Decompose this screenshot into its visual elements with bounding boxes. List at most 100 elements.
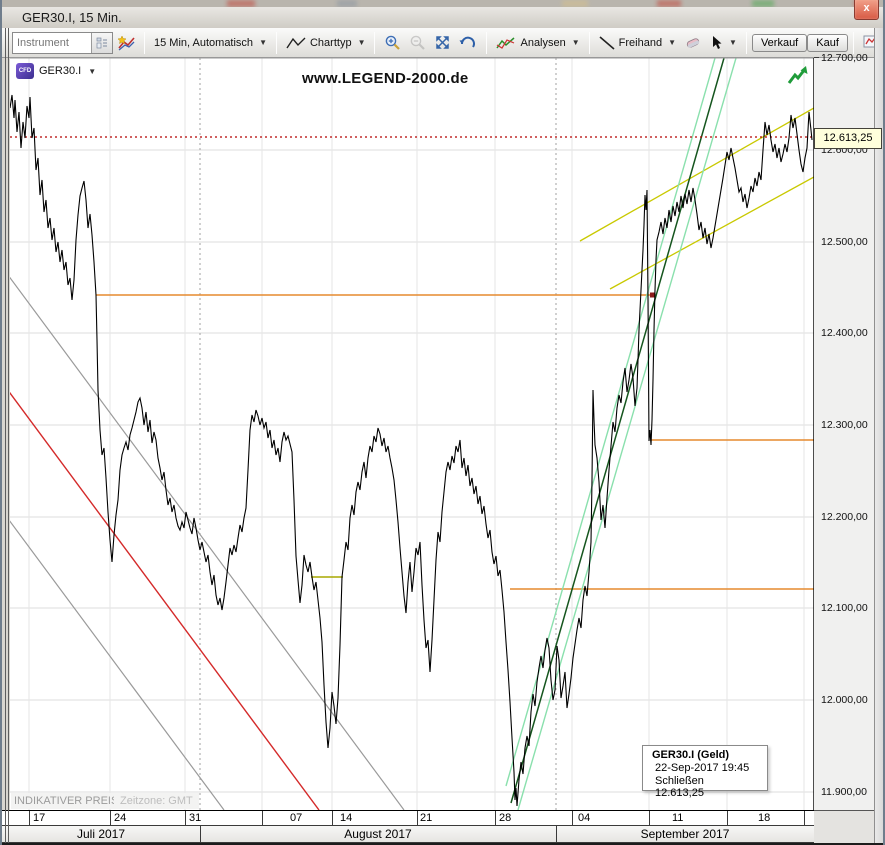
window-title: GER30.I, 15 Min. bbox=[2, 10, 122, 25]
month-axis: Juli 2017 August 2017 September 2017 bbox=[2, 826, 814, 843]
price-axis-label: 12.200,00 bbox=[821, 511, 868, 523]
date-axis-label: 24 bbox=[114, 812, 126, 824]
chevron-down-icon: ▼ bbox=[668, 38, 676, 47]
move-arrows-icon bbox=[434, 34, 451, 51]
tooltip-close: Schließen 12.613,25 bbox=[652, 775, 767, 799]
zoom-in-button[interactable] bbox=[380, 34, 405, 51]
month-separator bbox=[200, 826, 201, 842]
current-price-label: 12.613,25 bbox=[814, 128, 882, 149]
date-axis-label: 18 bbox=[758, 812, 770, 824]
background-smudge bbox=[337, 0, 357, 7]
date-axis-label: 21 bbox=[420, 812, 432, 824]
pan-button[interactable] bbox=[430, 34, 455, 51]
date-axis-label: 31 bbox=[189, 812, 201, 824]
instrument-dropdown-button[interactable] bbox=[91, 33, 112, 53]
buy-button[interactable]: Kauf bbox=[807, 34, 848, 52]
cursor-dropdown[interactable]: ▼ bbox=[706, 35, 741, 50]
title-bar[interactable]: GER30.I, 15 Min. bbox=[2, 7, 885, 28]
background-windows-strip bbox=[2, 0, 885, 7]
eraser-icon bbox=[684, 36, 702, 50]
tooltip-title: GER30.I (Geld) bbox=[652, 749, 767, 761]
star-chart-icon bbox=[117, 35, 135, 51]
date-axis-separator bbox=[649, 811, 650, 826]
instrument-input[interactable] bbox=[13, 34, 91, 52]
date-axis-separator bbox=[495, 811, 496, 826]
background-smudge bbox=[752, 0, 774, 7]
price-axis-label: 11.900,00 bbox=[821, 786, 867, 798]
analysen-label: Analysen bbox=[520, 37, 565, 49]
chevron-down-icon: ▼ bbox=[729, 38, 737, 47]
date-axis-label: 28 bbox=[499, 812, 511, 824]
symbol-selector[interactable]: CFD GER30.I ▼ bbox=[16, 63, 96, 79]
date-axis[interactable]: 17243107142128041118 bbox=[2, 810, 814, 826]
eraser-button[interactable] bbox=[680, 36, 706, 50]
toolbar-separator bbox=[144, 32, 145, 54]
toolbar: 15 Min, Automatisch ▼ Charttyp ▼ bbox=[2, 28, 885, 58]
date-axis-label: 07 bbox=[290, 812, 302, 824]
price-axis-label: 12.700,00 bbox=[821, 52, 868, 64]
month-label: September 2017 bbox=[641, 827, 730, 841]
favorites-chart-button[interactable] bbox=[113, 35, 139, 51]
chevron-down-icon: ▼ bbox=[358, 38, 366, 47]
toolbar-separator bbox=[374, 32, 375, 54]
charttype-dropdown[interactable]: Charttyp ▼ bbox=[282, 37, 370, 49]
undo-icon bbox=[459, 35, 477, 51]
price-axis-label: 12.000,00 bbox=[821, 694, 868, 706]
trend-up-arrow-icon bbox=[786, 64, 810, 88]
date-axis-separator bbox=[29, 811, 30, 826]
sell-button[interactable]: Verkauf bbox=[752, 34, 807, 52]
analysen-dropdown[interactable]: Analysen ▼ bbox=[492, 36, 583, 50]
tooltip-close-label: Schließen bbox=[655, 775, 704, 787]
close-button[interactable]: x bbox=[854, 0, 879, 20]
date-axis-label: 17 bbox=[33, 812, 45, 824]
watermark-text: www.LEGEND-2000.de bbox=[302, 70, 469, 87]
data-window-tooltip: GER30.I (Geld) 22-Sep-2017 19:45 Schließ… bbox=[642, 745, 768, 791]
background-smudge bbox=[227, 0, 255, 7]
date-axis-label: 04 bbox=[578, 812, 590, 824]
freihand-label: Freihand bbox=[619, 37, 662, 49]
date-axis-separator bbox=[332, 811, 333, 826]
timezone-note: Zeitzone: GMT bbox=[114, 793, 199, 809]
price-axis-label: 12.500,00 bbox=[821, 236, 868, 248]
price-axis[interactable]: 12.700,0012.600,0012.500,0012.400,0012.3… bbox=[814, 58, 874, 810]
diagonal-line-icon bbox=[599, 36, 615, 50]
window-frame-line bbox=[8, 28, 9, 843]
month-label: August 2017 bbox=[344, 827, 411, 841]
date-axis-separator bbox=[572, 811, 573, 826]
cfd-instrument-icon: CFD bbox=[16, 63, 34, 79]
month-separator bbox=[556, 826, 557, 842]
date-axis-separator bbox=[262, 811, 263, 826]
price-axis-label: 12.300,00 bbox=[821, 419, 868, 431]
indicative-price-note: INDIKATIVER PREIS bbox=[11, 793, 124, 809]
zoom-out-icon bbox=[409, 34, 426, 51]
date-axis-separator bbox=[110, 811, 111, 826]
date-axis-separator bbox=[185, 811, 186, 826]
toolbar-separator bbox=[589, 32, 590, 54]
chevron-down-icon: ▼ bbox=[572, 38, 580, 47]
chart-plot-area[interactable] bbox=[10, 58, 814, 810]
zoom-out-button[interactable] bbox=[405, 34, 430, 51]
window-frame-line bbox=[5, 28, 6, 843]
instrument-search-box[interactable] bbox=[12, 32, 113, 54]
symbol-label: GER30.I bbox=[39, 65, 81, 77]
date-axis-separator bbox=[804, 811, 805, 826]
date-axis-label: 14 bbox=[340, 812, 352, 824]
toolbar-separator bbox=[486, 32, 487, 54]
line-chart-icon bbox=[286, 37, 306, 49]
timeframe-label: 15 Min, Automatisch bbox=[154, 37, 253, 49]
toolbar-separator bbox=[853, 32, 854, 54]
background-smudge bbox=[562, 0, 588, 7]
tooltip-datetime: 22-Sep-2017 19:45 bbox=[652, 762, 767, 774]
month-label: Juli 2017 bbox=[77, 827, 125, 841]
chevron-down-icon: ▼ bbox=[259, 38, 267, 47]
freihand-dropdown[interactable]: Freihand ▼ bbox=[595, 36, 680, 50]
toolbar-separator bbox=[746, 32, 747, 54]
zoom-in-icon bbox=[384, 34, 401, 51]
price-axis-label: 12.100,00 bbox=[821, 602, 868, 614]
undo-button[interactable] bbox=[455, 35, 481, 51]
charttype-label: Charttyp bbox=[310, 37, 352, 49]
toolbar-separator bbox=[276, 32, 277, 54]
timeframe-dropdown[interactable]: 15 Min, Automatisch ▼ bbox=[150, 37, 271, 49]
right-splitter-strip[interactable] bbox=[874, 28, 885, 845]
analysis-lines-icon bbox=[496, 36, 516, 50]
